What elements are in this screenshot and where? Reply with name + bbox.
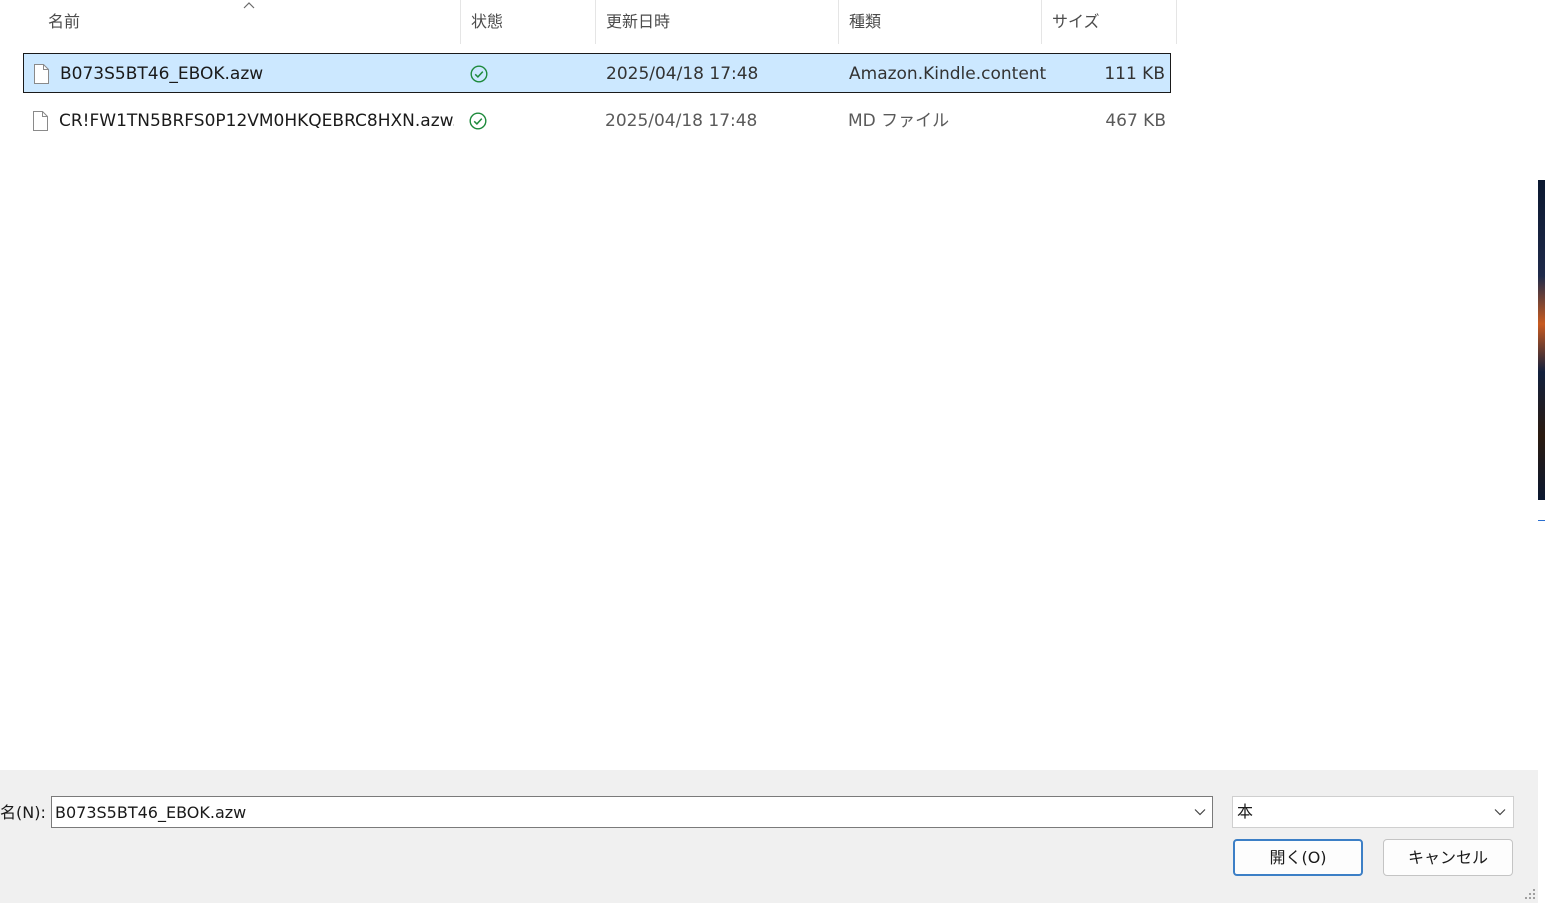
chevron-down-icon <box>1494 809 1506 816</box>
file-row[interactable]: B073S5BT46_EBOK.azw 2025/04/18 17:48 Ama… <box>23 53 1171 93</box>
file-type-filter-select[interactable]: 本 <box>1232 796 1514 828</box>
column-header-name-label: 名前 <box>48 12 81 31</box>
synced-check-icon <box>469 112 487 130</box>
open-button[interactable]: 開く(O) <box>1233 839 1363 876</box>
file-size: 111 KB <box>1104 64 1165 84</box>
column-divider[interactable] <box>1176 0 1177 44</box>
file-size: 467 KB <box>1105 111 1166 131</box>
filename-input[interactable] <box>55 797 1175 827</box>
column-header-status[interactable]: 状態 <box>461 0 595 44</box>
file-name: CR!FW1TN5BRFS0P12VM0HKQEBRC8HXN.azw.... <box>59 111 454 131</box>
column-header-modified[interactable]: 更新日時 <box>596 0 838 44</box>
cancel-button-label: キャンセル <box>1407 848 1488 867</box>
filename-label: 名(N): <box>0 803 46 822</box>
cancel-button[interactable]: キャンセル <box>1383 839 1513 876</box>
column-header-status-label: 状態 <box>471 12 504 31</box>
document-file-icon <box>33 111 48 131</box>
file-row[interactable]: CR!FW1TN5BRFS0P12VM0HKQEBRC8HXN.azw.... … <box>23 101 1171 141</box>
filename-combobox[interactable] <box>51 796 1213 828</box>
dialog-footer: 名(N): 本 開く(O) キャンセル <box>0 770 1538 903</box>
file-type: MD ファイル <box>848 111 950 131</box>
column-header-type-label: 種類 <box>849 12 882 31</box>
synced-check-icon <box>470 65 488 83</box>
desktop-background-edge <box>1538 0 1545 907</box>
column-header-size[interactable]: サイズ <box>1042 0 1176 44</box>
file-modified: 2025/04/18 17:48 <box>606 64 759 84</box>
file-type-filter-value: 本 <box>1237 802 1254 821</box>
file-modified: 2025/04/18 17:48 <box>605 111 758 131</box>
column-header-type[interactable]: 種類 <box>839 0 1041 44</box>
column-header-size-label: サイズ <box>1052 12 1100 31</box>
chevron-down-icon[interactable] <box>1194 808 1206 816</box>
desktop-window-edge <box>1538 520 1545 521</box>
document-file-icon <box>34 64 49 84</box>
file-open-dialog: 名前 状態 更新日時 種類 サイズ B073S5BT46_EBOK.azw 20… <box>0 0 1540 903</box>
file-type: Amazon.Kindle.content <box>849 64 1047 84</box>
column-header-modified-label: 更新日時 <box>606 12 671 31</box>
column-header-bar: 名前 状態 更新日時 種類 サイズ <box>0 0 1177 44</box>
open-button-label: 開く(O) <box>1269 848 1327 867</box>
desktop-wallpaper-strip <box>1538 180 1545 500</box>
file-name: B073S5BT46_EBOK.azw <box>60 64 264 84</box>
resize-grip-icon[interactable] <box>1524 888 1536 900</box>
sort-ascending-icon <box>243 2 255 9</box>
